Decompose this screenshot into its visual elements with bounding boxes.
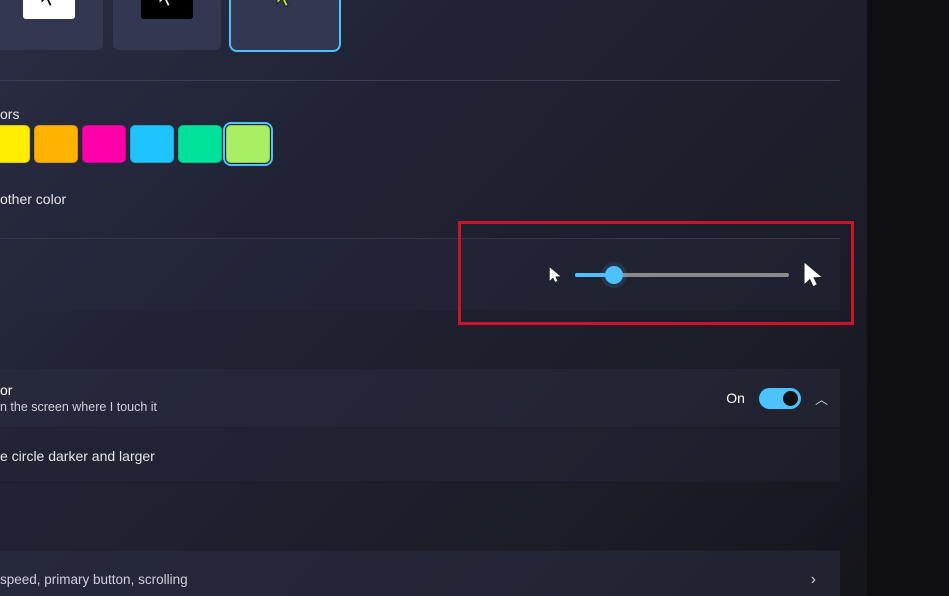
color-swatch-4[interactable] [178,125,222,163]
color-swatch-5[interactable] [226,125,270,163]
cursor-icon [38,0,60,9]
touch-indicator-row[interactable]: or n the screen where I touch it On ︿ [0,369,840,427]
toggle-state-label: On [726,390,745,406]
touch-indicator-toggle[interactable] [759,388,801,409]
color-swatch-row [0,125,270,163]
mouse-settings-subtitle: speed, primary button, scrolling [0,572,188,587]
color-swatch-0[interactable] [0,125,30,163]
recommended-colors-section: ors other color [0,80,840,124]
cursor-style-row [0,0,339,50]
mouse-settings-row[interactable]: speed, primary button, scrolling › [0,550,840,596]
pointer-size-slider[interactable] [575,273,789,277]
choose-another-color-link[interactable]: other color [0,191,66,207]
color-swatch-3[interactable] [130,125,174,163]
cursor-icon [156,0,178,9]
cursor-large-icon [803,262,823,288]
touch-indicator-subtitle: n the screen where I touch it [0,400,157,414]
cursor-style-option-2[interactable] [231,0,339,50]
touch-indicator-suboption-label: e circle darker and larger [0,448,155,464]
pointer-size-card [0,238,840,310]
touch-indicator-title: or [0,382,157,398]
touch-indicator-suboption[interactable]: e circle darker and larger [0,429,840,483]
cursor-icon [274,0,296,9]
chevron-right-icon: › [811,571,816,589]
cursor-style-option-1[interactable] [113,0,221,50]
color-swatch-1[interactable] [34,125,78,163]
chevron-up-icon[interactable]: ︿ [815,389,828,408]
cursor-small-icon [549,267,561,283]
recommended-colors-label: ors [0,106,19,122]
color-swatch-2[interactable] [82,125,126,163]
cursor-style-option-0[interactable] [0,0,103,50]
